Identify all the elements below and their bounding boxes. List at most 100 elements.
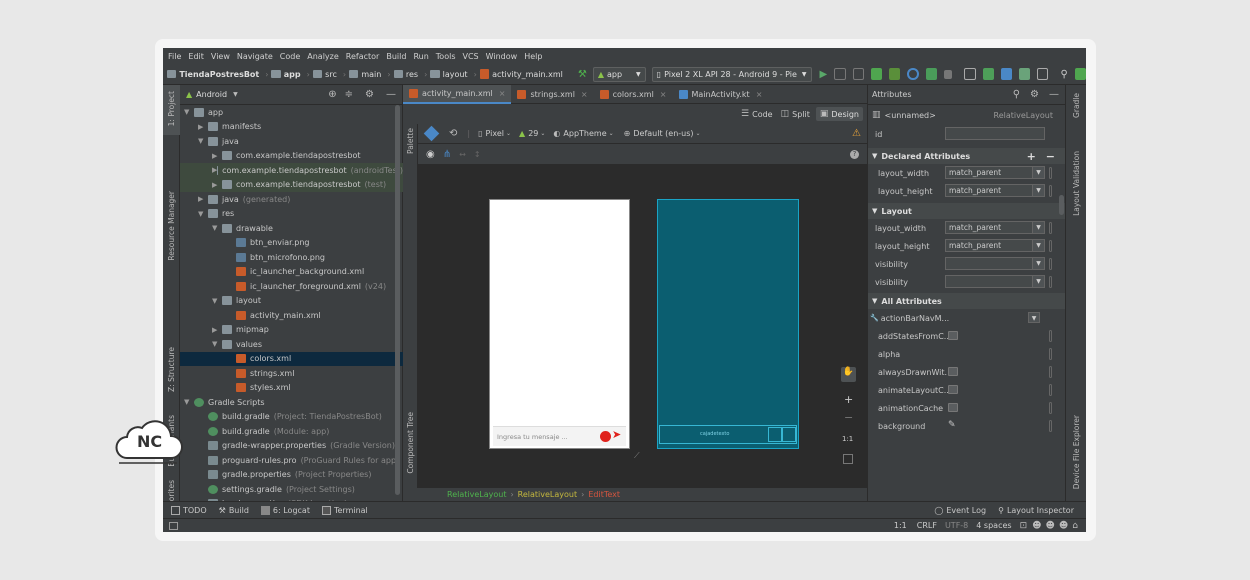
tree-item[interactable]: ▶ mipmap [180,323,403,338]
tree-item[interactable]: activity_main.xml [180,308,403,323]
eye-icon[interactable]: ◉ [426,149,435,160]
message-input-bar[interactable]: Ingresa tu mensaje ... ➤ [493,426,626,446]
attach-debugger-icon[interactable] [925,68,937,80]
lock-icon[interactable]: ⊡ [1020,521,1028,531]
layout-inspector-icon[interactable] [1037,68,1049,80]
project-view-select[interactable]: Android [196,90,227,99]
device-select[interactable]: Pixel [486,129,505,138]
close-icon[interactable]: × [660,90,667,99]
expand-horizontal-icon[interactable]: ↔ [459,150,466,159]
run-icon[interactable]: ▶ [820,69,828,80]
project-scrollbar[interactable] [395,105,400,495]
zoom-actual-size[interactable]: 1:1 [842,435,853,443]
resource-manager-tool-button[interactable]: Resource Manager [167,191,176,261]
chevron-down-icon[interactable]: ▼ [233,91,238,98]
breadcrumb-src[interactable]: src [325,70,337,79]
expand-arrow-icon[interactable]: ▼ [198,210,208,218]
tab-activity_main-xml[interactable]: activity_main.xml × [403,84,512,104]
resource-picker-icon[interactable] [1049,348,1052,360]
expand-arrow-icon[interactable]: ▶ [198,123,208,131]
split-mode-button[interactable]: Split [792,110,810,119]
theme-select[interactable]: AppTheme [563,129,606,138]
expand-arrow-icon[interactable]: ▶ [212,181,222,189]
expand-arrow-icon[interactable]: ▼ [212,297,222,305]
project-structure-icon[interactable] [964,68,976,80]
structure-tool-button[interactable]: Z: Structure [167,347,176,392]
gradle-tool-button[interactable]: Gradle [1072,93,1081,118]
chevron-down-icon[interactable]: ▼ [1032,258,1044,269]
neutral-face-icon[interactable]: ☻ [1046,521,1055,531]
flag-toggle-icon[interactable] [948,403,958,412]
menu-item-analyze[interactable]: Analyze [307,52,339,61]
attribute-value-select[interactable]: ▼ [945,257,1045,270]
stop-icon[interactable] [943,69,953,79]
design-mode-button[interactable]: ▣ Design [815,107,863,121]
resource-picker-icon[interactable] [1049,276,1052,288]
tab-strings-xml[interactable]: strings.xml × [511,85,593,104]
menu-item-edit[interactable]: Edit [188,52,204,61]
resource-picker-icon[interactable] [1049,185,1052,197]
chevron-down-icon[interactable]: ▼ [1032,240,1044,251]
orientation-icon[interactable]: ⟲ [449,128,457,139]
tab-mainactivity-kt[interactable]: MainActivity.kt × [673,85,769,104]
menu-item-refactor[interactable]: Refactor [346,52,380,61]
zoom-in-icon[interactable]: + [844,393,853,406]
menu-item-help[interactable]: Help [524,52,542,61]
tree-item[interactable]: proguard-rules.pro (ProGuard Rules for ap… [180,453,403,468]
tree-item[interactable]: ▼ Gradle Scripts [180,395,403,410]
apply-changes-icon[interactable] [834,68,846,80]
hammer-icon[interactable]: ⚒ [578,69,587,80]
eyedropper-icon[interactable]: ✎ [948,420,956,430]
chevron-down-icon[interactable]: ▼ [1032,167,1044,178]
tree-item[interactable]: ▶ manifests [180,120,403,135]
apply-code-changes-icon[interactable] [852,68,864,80]
help-icon[interactable]: ? [850,149,859,159]
menu-item-tools[interactable]: Tools [436,52,456,61]
expand-arrow-icon[interactable]: ▶ [212,152,222,160]
tree-item[interactable]: ▼ res [180,207,403,222]
expand-arrow-icon[interactable]: ▼ [212,340,222,348]
tree-item[interactable]: ▼ layout [180,294,403,309]
menu-item-navigate[interactable]: Navigate [237,52,273,61]
tree-item[interactable]: ▶ com.example.tiendapostresbot [180,149,403,164]
expand-arrow-icon[interactable]: ▼ [184,108,194,116]
tab-colors-xml[interactable]: colors.xml × [594,85,673,104]
attribute-value-select[interactable]: match_parent ▼ [945,184,1045,197]
resize-handle[interactable]: ⟋ [634,451,640,461]
breadcrumb-main[interactable]: main [361,70,381,79]
tree-item[interactable]: ▶ com.example.tiendapostresbot (test) [180,177,403,192]
resource-picker-icon[interactable] [1049,222,1052,234]
api-level-select[interactable]: 29 [528,129,538,138]
menu-item-build[interactable]: Build [386,52,406,61]
resource-picker-icon[interactable] [1049,330,1052,342]
todo-tool-button[interactable]: TODO [171,505,207,515]
android-assistant-icon[interactable] [1074,68,1086,80]
declared-attributes-section[interactable]: ▼ Declared Attributes + − [868,148,1065,164]
close-icon[interactable]: × [581,90,588,99]
breadcrumb-app[interactable]: app [284,70,301,79]
happy-face-icon[interactable]: ☻ [1032,521,1041,531]
add-attribute-icon[interactable]: + [1027,150,1036,163]
attribute-value-select[interactable]: match_parent ▼ [945,166,1045,179]
chevron-down-icon[interactable]: ▼ [1032,222,1044,233]
terminal-tool-button[interactable]: Terminal [321,505,368,515]
logcat-tool-button[interactable]: 6: Logcat [260,505,310,515]
tree-item[interactable]: strings.xml [180,366,403,381]
tree-item[interactable]: styles.xml [180,381,403,396]
layout-inspector-tool-button[interactable]: ⚲ Layout Inspector [998,506,1074,515]
sync-gradle-icon[interactable] [982,68,994,80]
microphone-button[interactable] [600,431,611,442]
resource-picker-icon[interactable] [1049,167,1052,179]
expand-arrow-icon[interactable]: ▶ [198,195,208,203]
line-separator[interactable]: CRLF [917,521,937,530]
locale-select[interactable]: Default (en-us) [633,129,693,138]
debug-icon[interactable] [870,68,883,80]
attributes-scrollbar[interactable] [1059,195,1064,215]
tool-windows-icon[interactable] [169,521,178,530]
layout-section[interactable]: ▼ Layout [868,203,1065,219]
message-input[interactable]: Ingresa tu mensaje ... [497,433,568,441]
blueprint-preview[interactable]: cajadetexto [657,199,799,449]
breadcrumb-root-layout[interactable]: RelativeLayout [447,490,506,499]
flag-toggle-icon[interactable] [948,367,958,376]
tree-item[interactable]: gradle.properties (Project Properties) [180,468,403,483]
